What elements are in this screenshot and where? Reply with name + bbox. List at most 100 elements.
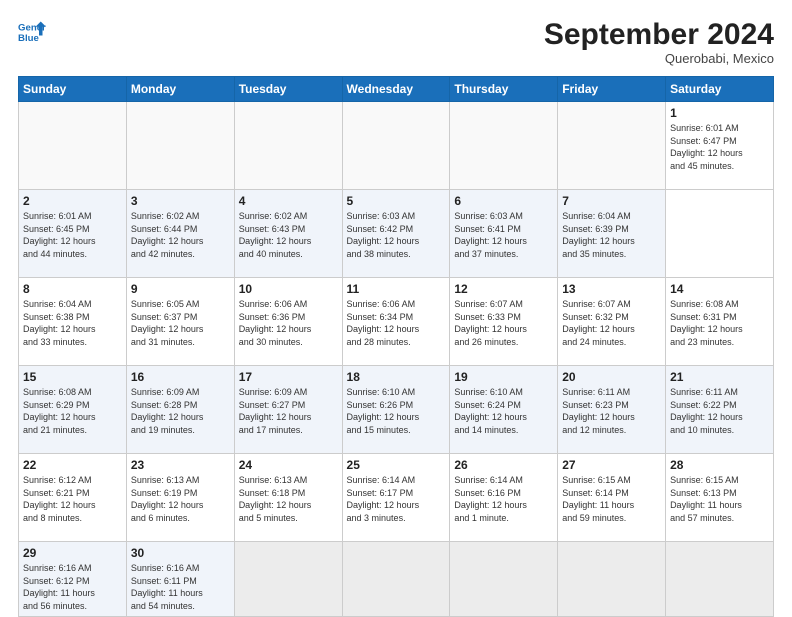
day-number: 26 [454,458,553,472]
subtitle: Querobabi, Mexico [544,51,774,66]
day-cell-5: 5 Sunrise: 6:03 AMSunset: 6:42 PMDaylight… [342,190,450,278]
day-info: Sunrise: 6:01 AMSunset: 6:45 PMDaylight:… [23,211,96,259]
day-number: 2 [23,194,122,208]
calendar-week-4: 15 Sunrise: 6:08 AMSunset: 6:29 PMDayligh… [19,366,774,454]
empty-cell [558,102,666,190]
day-cell-27: 27 Sunrise: 6:15 AMSunset: 6:14 PMDayligh… [558,454,666,542]
day-cell-28: 28 Sunrise: 6:15 AMSunset: 6:13 PMDayligh… [666,454,774,542]
day-cell-24: 24Sunrise: 6:13 AMSunset: 6:18 PMDayligh… [234,454,342,542]
day-cell-11: 11 Sunrise: 6:06 AMSunset: 6:34 PMDayligh… [342,278,450,366]
day-info: Sunrise: 6:14 AMSunset: 6:16 PMDaylight:… [454,475,527,523]
calendar-week-1: 1Sunrise: 6:01 AMSunset: 6:47 PMDaylight… [19,102,774,190]
day-info: Sunrise: 6:01 AMSunset: 6:47 PMDaylight:… [670,123,743,171]
day-info: Sunrise: 6:11 AMSunset: 6:22 PMDaylight:… [670,387,743,435]
weekday-header-saturday: Saturday [666,77,774,102]
empty-cell [342,542,450,617]
day-number: 11 [347,282,446,296]
day-number: 14 [670,282,769,296]
logo-icon: General Blue [18,18,46,46]
empty-cell [234,542,342,617]
day-cell-23: 23Sunrise: 6:13 AMSunset: 6:19 PMDayligh… [126,454,234,542]
day-info: Sunrise: 6:15 AMSunset: 6:14 PMDaylight:… [562,475,634,523]
day-number: 15 [23,370,122,384]
day-cell-20: 20 Sunrise: 6:11 AMSunset: 6:23 PMDayligh… [558,366,666,454]
day-cell-2: 2 Sunrise: 6:01 AMSunset: 6:45 PMDaylight… [19,190,127,278]
day-cell-30: 30Sunrise: 6:16 AMSunset: 6:11 PMDayligh… [126,542,234,617]
day-info: Sunrise: 6:02 AMSunset: 6:43 PMDaylight:… [239,211,312,259]
calendar-week-5: 22 Sunrise: 6:12 AMSunset: 6:21 PMDayligh… [19,454,774,542]
day-info: Sunrise: 6:03 AMSunset: 6:42 PMDaylight:… [347,211,420,259]
day-cell-13: 13Sunrise: 6:07 AMSunset: 6:32 PMDayligh… [558,278,666,366]
day-info: Sunrise: 6:08 AMSunset: 6:29 PMDaylight:… [23,387,96,435]
day-info: Sunrise: 6:11 AMSunset: 6:23 PMDaylight:… [562,387,635,435]
day-number: 3 [131,194,230,208]
day-number: 19 [454,370,553,384]
weekday-header-tuesday: Tuesday [234,77,342,102]
day-number: 12 [454,282,553,296]
header: General Blue September 2024 Querobabi, M… [18,18,774,66]
day-number: 18 [347,370,446,384]
day-cell-9: 9 Sunrise: 6:05 AMSunset: 6:37 PMDaylight… [126,278,234,366]
day-cell-8: 8Sunrise: 6:04 AMSunset: 6:38 PMDaylight… [19,278,127,366]
empty-cell [666,542,774,617]
weekday-header-sunday: Sunday [19,77,127,102]
day-cell-3: 3Sunrise: 6:02 AMSunset: 6:44 PMDaylight… [126,190,234,278]
day-number: 28 [670,458,769,472]
calendar-week-2: 2 Sunrise: 6:01 AMSunset: 6:45 PMDaylight… [19,190,774,278]
empty-cell [234,102,342,190]
day-cell-6: 6 Sunrise: 6:03 AMSunset: 6:41 PMDaylight… [450,190,558,278]
day-info: Sunrise: 6:10 AMSunset: 6:26 PMDaylight:… [347,387,420,435]
day-info: Sunrise: 6:07 AMSunset: 6:32 PMDaylight:… [562,299,635,347]
month-title: September 2024 [544,18,774,51]
day-number: 4 [239,194,338,208]
day-info: Sunrise: 6:09 AMSunset: 6:28 PMDaylight:… [131,387,204,435]
day-info: Sunrise: 6:10 AMSunset: 6:24 PMDaylight:… [454,387,527,435]
day-number: 23 [131,458,230,472]
day-number: 21 [670,370,769,384]
day-cell-14: 14 Sunrise: 6:08 AMSunset: 6:31 PMDayligh… [666,278,774,366]
day-info: Sunrise: 6:09 AMSunset: 6:27 PMDaylight:… [239,387,312,435]
day-number: 20 [562,370,661,384]
day-number: 24 [239,458,338,472]
day-cell-18: 18 Sunrise: 6:10 AMSunset: 6:26 PMDayligh… [342,366,450,454]
day-info: Sunrise: 6:03 AMSunset: 6:41 PMDaylight:… [454,211,527,259]
day-number: 6 [454,194,553,208]
day-info: Sunrise: 6:08 AMSunset: 6:31 PMDaylight:… [670,299,743,347]
day-cell-25: 25Sunrise: 6:14 AMSunset: 6:17 PMDayligh… [342,454,450,542]
day-info: Sunrise: 6:06 AMSunset: 6:34 PMDaylight:… [347,299,420,347]
weekday-header-monday: Monday [126,77,234,102]
day-number: 27 [562,458,661,472]
weekday-header-thursday: Thursday [450,77,558,102]
day-info: Sunrise: 6:16 AMSunset: 6:11 PMDaylight:… [131,563,203,611]
calendar-table: SundayMondayTuesdayWednesdayThursdayFrid… [18,76,774,617]
empty-cell [558,542,666,617]
day-cell-19: 19 Sunrise: 6:10 AMSunset: 6:24 PMDayligh… [450,366,558,454]
day-cell-22: 22 Sunrise: 6:12 AMSunset: 6:21 PMDayligh… [19,454,127,542]
svg-text:Blue: Blue [18,33,39,44]
empty-cell [342,102,450,190]
weekday-header-friday: Friday [558,77,666,102]
day-cell-7: 7Sunrise: 6:04 AMSunset: 6:39 PMDaylight… [558,190,666,278]
day-cell-10: 10Sunrise: 6:06 AMSunset: 6:36 PMDayligh… [234,278,342,366]
day-info: Sunrise: 6:06 AMSunset: 6:36 PMDaylight:… [239,299,312,347]
day-info: Sunrise: 6:15 AMSunset: 6:13 PMDaylight:… [670,475,742,523]
day-info: Sunrise: 6:12 AMSunset: 6:21 PMDaylight:… [23,475,96,523]
day-cell-12: 12 Sunrise: 6:07 AMSunset: 6:33 PMDayligh… [450,278,558,366]
day-number: 9 [131,282,230,296]
empty-cell [19,102,127,190]
day-number: 8 [23,282,122,296]
day-cell-21: 21 Sunrise: 6:11 AMSunset: 6:22 PMDayligh… [666,366,774,454]
weekday-header-row: SundayMondayTuesdayWednesdayThursdayFrid… [19,77,774,102]
day-number: 25 [347,458,446,472]
day-number: 22 [23,458,122,472]
day-info: Sunrise: 6:07 AMSunset: 6:33 PMDaylight:… [454,299,527,347]
day-cell-16: 16Sunrise: 6:09 AMSunset: 6:28 PMDayligh… [126,366,234,454]
day-cell-1: 1Sunrise: 6:01 AMSunset: 6:47 PMDaylight… [666,102,774,190]
day-number: 5 [347,194,446,208]
day-info: Sunrise: 6:05 AMSunset: 6:37 PMDaylight:… [131,299,204,347]
empty-cell [450,102,558,190]
day-number: 17 [239,370,338,384]
logo: General Blue [18,18,46,46]
day-cell-29: 29Sunrise: 6:16 AMSunset: 6:12 PMDayligh… [19,542,127,617]
calendar-week-6: 29Sunrise: 6:16 AMSunset: 6:12 PMDayligh… [19,542,774,617]
